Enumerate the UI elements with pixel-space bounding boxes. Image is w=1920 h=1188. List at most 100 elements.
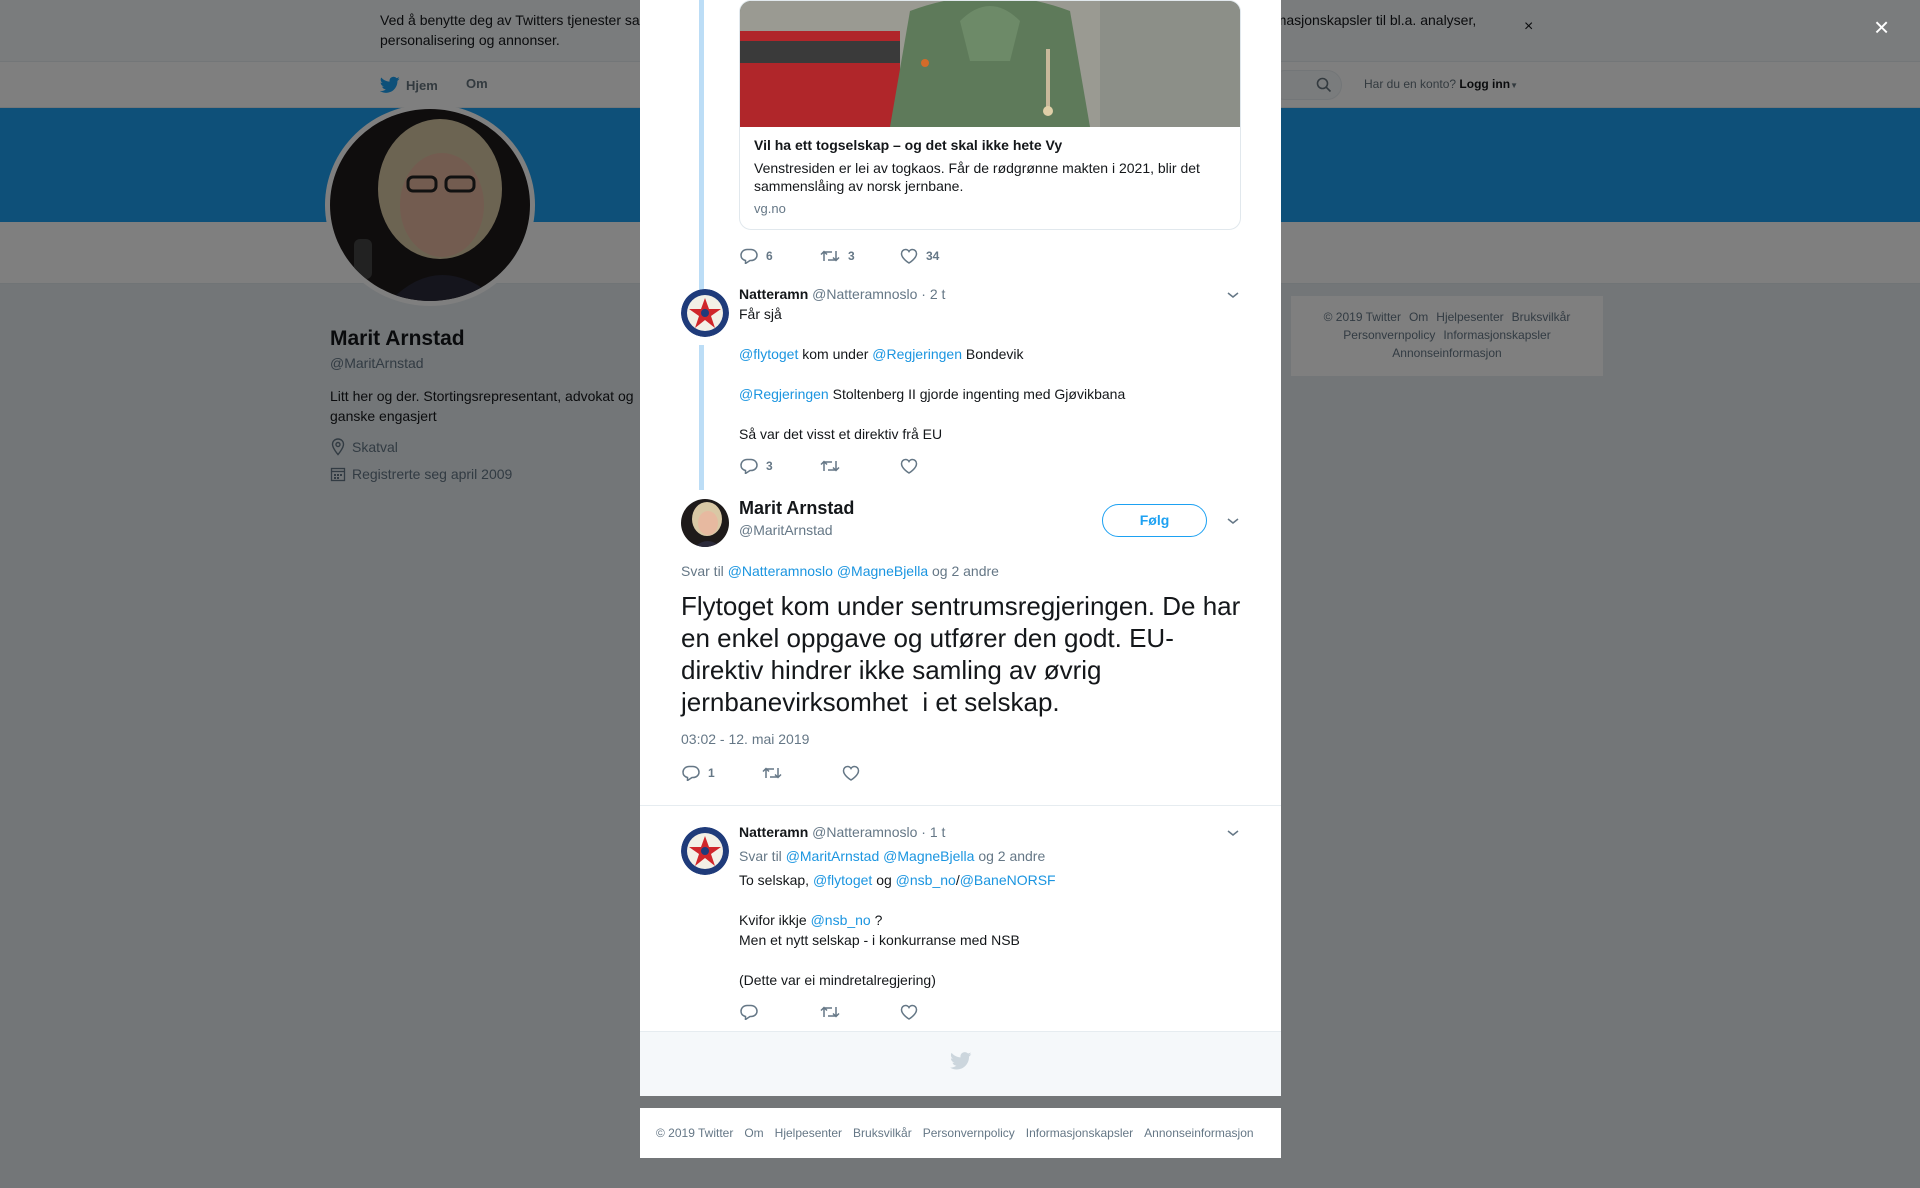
mention-link[interactable]: @MagneBjella bbox=[837, 563, 928, 579]
avatar[interactable] bbox=[681, 289, 729, 337]
tweet-author-handle[interactable]: @Natteramnoslo bbox=[812, 824, 917, 840]
reply-icon bbox=[740, 1004, 758, 1020]
mention-link[interactable]: @flytoget bbox=[739, 346, 798, 362]
like-button[interactable]: 34 bbox=[900, 248, 980, 264]
close-icon[interactable]: × bbox=[1874, 12, 1889, 43]
thread-line bbox=[699, 0, 704, 290]
chevron-down-icon[interactable] bbox=[1226, 516, 1240, 526]
reply-context: Svar til @MaritArnstad @MagneBjella og 2… bbox=[739, 848, 1045, 864]
like-icon bbox=[900, 248, 918, 264]
tweet-actions: 6 3 34 bbox=[740, 248, 980, 264]
footer-cookies-link[interactable]: Informasjonskapsler bbox=[1026, 1126, 1133, 1140]
footer-privacy-link[interactable]: Personvernpolicy bbox=[923, 1126, 1015, 1140]
reply-count: 6 bbox=[766, 249, 773, 263]
reply-button[interactable]: 3 bbox=[740, 458, 820, 474]
retweet-icon bbox=[820, 1006, 840, 1018]
retweet-icon bbox=[820, 250, 840, 262]
reply-button[interactable]: 1 bbox=[682, 765, 762, 781]
main-tweet-author-name[interactable]: Marit Arnstad bbox=[739, 498, 854, 519]
tweet-actions: 3 bbox=[740, 458, 980, 474]
reply-context: Svar til @Natteramnoslo @MagneBjella og … bbox=[681, 563, 999, 579]
mention-link[interactable]: @nsb_no bbox=[896, 872, 956, 888]
tweet-text-fragment: kom under bbox=[802, 346, 869, 362]
link-card[interactable]: Vil ha ett togselskap – og det skal ikke… bbox=[739, 0, 1241, 230]
tweet-header: Natteramn @Natteramnoslo · 1 t bbox=[739, 824, 945, 840]
retweet-button[interactable]: 3 bbox=[820, 248, 900, 264]
reply-count: 3 bbox=[766, 459, 773, 473]
mention-link[interactable]: @BaneNORSF bbox=[960, 872, 1056, 888]
retweet-count: 3 bbox=[848, 249, 855, 263]
tweet-actions: 1 bbox=[682, 765, 922, 781]
follow-button[interactable]: Følg bbox=[1102, 504, 1207, 537]
like-button[interactable] bbox=[900, 1004, 980, 1020]
tweet-header: Natteramn @Natteramnoslo · 2 t bbox=[739, 286, 945, 302]
tweet-time[interactable]: · 2 t bbox=[921, 286, 945, 302]
mention-link[interactable]: @MaritArnstad bbox=[786, 848, 880, 864]
tweet-line: To selskap, @flytoget og @nsb_no/@BaneNO… bbox=[739, 870, 1219, 890]
footer-help-link[interactable]: Hjelpesenter bbox=[775, 1126, 842, 1140]
main-tweet-timestamp[interactable]: 03:02 - 12. mai 2019 bbox=[681, 731, 809, 747]
chevron-down-icon[interactable] bbox=[1226, 828, 1240, 838]
tweet-text-fragment: Kvifor ikkje bbox=[739, 912, 807, 928]
footer-terms-link[interactable]: Bruksvilkår bbox=[853, 1126, 912, 1140]
tweet-author-handle[interactable]: @Natteramnoslo bbox=[812, 286, 917, 302]
tweet-line: Så var det visst et direktiv frå EU bbox=[739, 426, 943, 442]
like-button[interactable] bbox=[842, 765, 922, 781]
tweet-text: Får sjå @flytoget kom under @Regjeringen… bbox=[739, 304, 1219, 444]
retweet-icon bbox=[762, 767, 782, 779]
mention-link[interactable]: @Regjeringen bbox=[739, 386, 829, 402]
mention-link[interactable]: @Natteramnoslo bbox=[728, 563, 833, 579]
reply-button[interactable] bbox=[740, 1004, 820, 1020]
thread-line bbox=[699, 345, 704, 490]
footer-ads-link[interactable]: Annonseinformasjon bbox=[1144, 1126, 1253, 1140]
tweet-text-fragment: og bbox=[876, 872, 892, 888]
reply-context-more[interactable]: og 2 andre bbox=[932, 563, 999, 579]
reply-icon bbox=[740, 458, 758, 474]
tweet-line: @flytoget kom under @Regjeringen Bondevi… bbox=[739, 344, 1219, 364]
tweet-text-fragment: To selskap, bbox=[739, 872, 810, 888]
reply-icon bbox=[682, 765, 700, 781]
reply-button[interactable]: 6 bbox=[740, 248, 820, 264]
main-tweet-author-handle[interactable]: @MaritArnstad bbox=[739, 522, 833, 538]
like-icon bbox=[900, 458, 918, 474]
card-title: Vil ha ett togselskap – og det skal ikke… bbox=[754, 137, 1063, 153]
tweet-text: To selskap, @flytoget og @nsb_no/@BaneNO… bbox=[739, 870, 1219, 990]
card-description: Venstresiden er lei av togkaos. Får de r… bbox=[754, 160, 1200, 194]
retweet-button[interactable] bbox=[820, 1004, 900, 1020]
like-count: 34 bbox=[926, 249, 940, 263]
like-icon bbox=[900, 1004, 918, 1020]
tweet-line: (Dette var ei mindretalregjering) bbox=[739, 972, 936, 988]
mention-link[interactable]: @nsb_no bbox=[811, 912, 871, 928]
retweet-button[interactable] bbox=[762, 765, 842, 781]
reply-count: 1 bbox=[708, 766, 715, 780]
tweet-time[interactable]: · 1 t bbox=[921, 824, 945, 840]
avatar[interactable] bbox=[681, 499, 729, 547]
mention-link[interactable]: @MagneBjella bbox=[883, 848, 974, 864]
tweet-text-fragment: Stoltenberg II gjorde ingenting med Gjøv… bbox=[832, 386, 1126, 402]
divider bbox=[640, 805, 1281, 806]
reply-context-more[interactable]: og 2 andre bbox=[978, 848, 1045, 864]
tweet-line: Får sjå bbox=[739, 306, 782, 322]
footer-about-link[interactable]: Om bbox=[744, 1126, 763, 1140]
avatar[interactable] bbox=[681, 827, 729, 875]
footer-copyright: © 2019 Twitter bbox=[656, 1126, 734, 1140]
tweet-text-fragment: ? bbox=[874, 912, 883, 928]
tweet-author-name[interactable]: Natteramn bbox=[739, 824, 808, 840]
tweet-line: Men et nytt selskap - i konkurranse med … bbox=[739, 932, 1020, 948]
reply-icon bbox=[740, 248, 758, 264]
tweet-line: @Regjeringen Stoltenberg II gjorde ingen… bbox=[739, 384, 1219, 404]
card-image bbox=[740, 1, 1240, 127]
retweet-icon bbox=[820, 460, 840, 472]
retweet-button[interactable] bbox=[820, 458, 900, 474]
tweet-author-name[interactable]: Natteramn bbox=[739, 286, 808, 302]
mention-link[interactable]: @flytoget bbox=[813, 872, 872, 888]
tweet-actions bbox=[740, 1004, 980, 1020]
like-button[interactable] bbox=[900, 458, 980, 474]
bottom-footer: © 2019 Twitter Om Hjelpesenter Bruksvilk… bbox=[640, 1108, 1281, 1158]
tweet-text-fragment: Bondevik bbox=[965, 346, 1024, 362]
like-icon bbox=[842, 765, 860, 781]
twitter-bird-icon bbox=[950, 1052, 972, 1070]
chevron-down-icon[interactable] bbox=[1226, 290, 1240, 300]
card-domain: vg.no bbox=[754, 201, 786, 216]
mention-link[interactable]: @Regjeringen bbox=[872, 346, 962, 362]
